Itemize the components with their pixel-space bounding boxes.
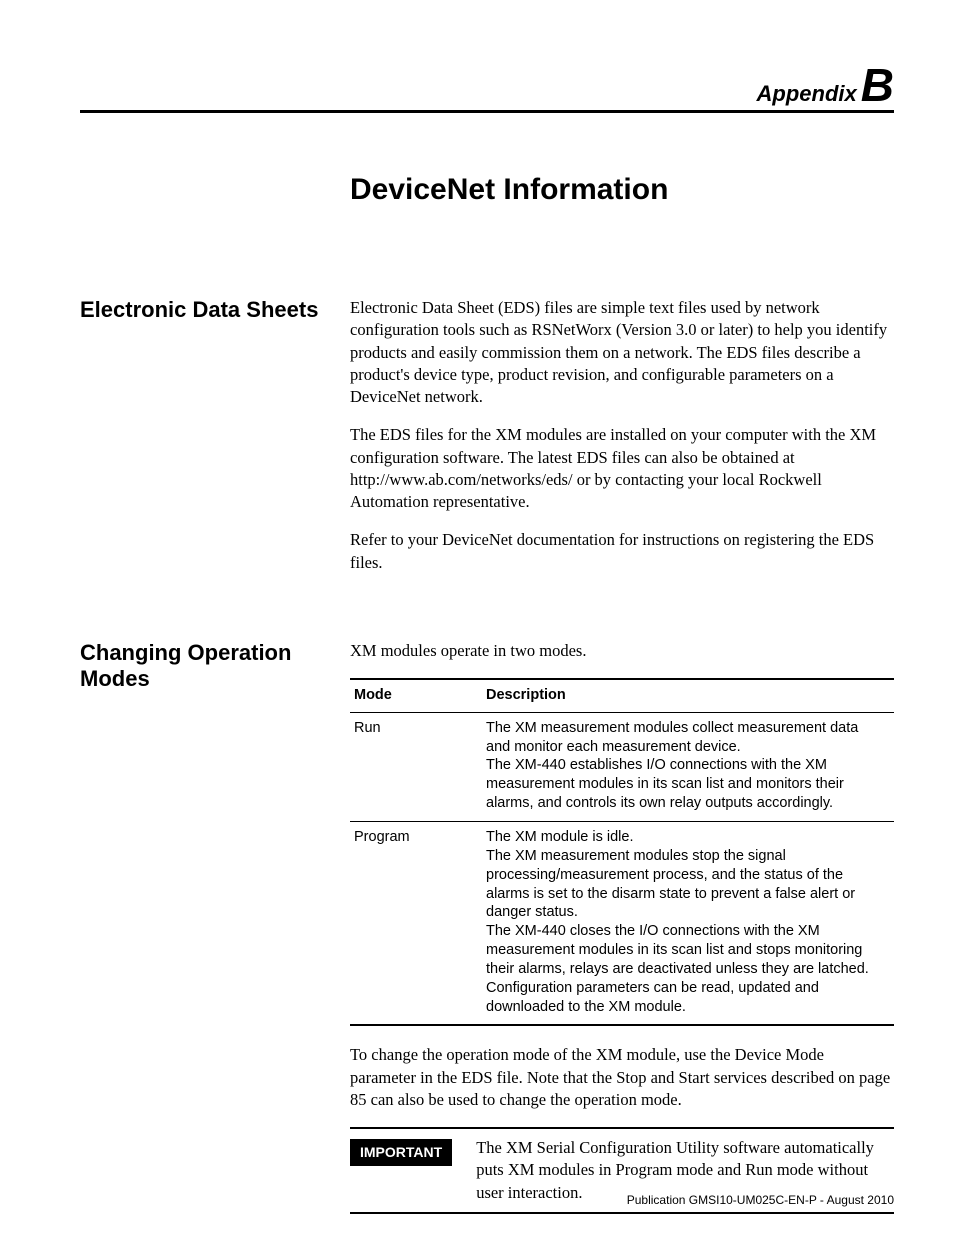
appendix-label: AppendixB xyxy=(80,62,894,108)
modes-intro: XM modules operate in two modes. xyxy=(350,640,894,662)
appendix-word: Appendix xyxy=(757,81,857,106)
section-eds: Electronic Data Sheets Electronic Data S… xyxy=(80,297,894,590)
page-footer: Publication GMSI10-UM025C-EN-P - August … xyxy=(627,1193,894,1207)
modes-cell-desc: The XM module is idle. The XM measuremen… xyxy=(482,821,894,1025)
table-row: Program The XM module is idle. The XM me… xyxy=(350,821,894,1025)
eds-p1: Electronic Data Sheet (EDS) files are si… xyxy=(350,297,894,408)
side-heading-eds: Electronic Data Sheets xyxy=(80,297,350,323)
modes-th-desc: Description xyxy=(482,679,894,712)
body-modes: XM modules operate in two modes. Mode De… xyxy=(350,640,894,1214)
appendix-letter: B xyxy=(861,59,894,111)
modes-cell-mode: Run xyxy=(350,712,482,821)
modes-cell-desc: The XM measurement modules collect measu… xyxy=(482,712,894,821)
eds-p3: Refer to your DeviceNet documentation fo… xyxy=(350,529,894,574)
table-row: Run The XM measurement modules collect m… xyxy=(350,712,894,821)
important-label: IMPORTANT xyxy=(350,1139,452,1166)
section-modes: Changing Operation Modes XM modules oper… xyxy=(80,640,894,1214)
modes-table: Mode Description Run The XM measurement … xyxy=(350,678,894,1026)
modes-cell-mode: Program xyxy=(350,821,482,1025)
eds-p2: The EDS files for the XM modules are ins… xyxy=(350,424,894,513)
header-rule xyxy=(80,110,894,113)
side-heading-modes: Changing Operation Modes xyxy=(80,640,350,693)
page-header: AppendixB xyxy=(80,62,894,113)
modes-th-mode: Mode xyxy=(350,679,482,712)
modes-after-table: To change the operation mode of the XM m… xyxy=(350,1044,894,1111)
chapter-title: DeviceNet Information xyxy=(350,173,894,207)
body-eds: Electronic Data Sheet (EDS) files are si… xyxy=(350,297,894,590)
